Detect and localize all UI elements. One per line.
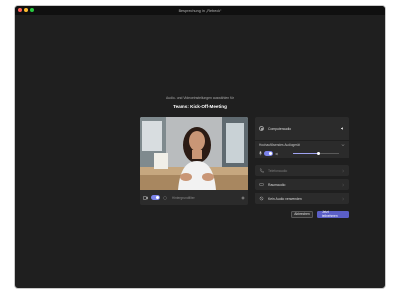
phone-audio-option[interactable]: Telefonaudio: [255, 165, 349, 176]
window-title: Besprechung in „Rebeck“: [178, 8, 222, 13]
device-settings-icon[interactable]: [241, 196, 245, 200]
close-window-button[interactable]: [18, 8, 22, 12]
speaker-icon: [275, 152, 278, 155]
background-filter-icon: [163, 195, 167, 200]
no-audio-label: Kein Audio verwenden: [268, 196, 302, 201]
phone-icon: [259, 168, 264, 173]
room-audio-icon: [259, 183, 264, 186]
chevron-right-icon: [342, 183, 345, 186]
phone-audio-label: Telefonaudio: [268, 168, 288, 173]
chevron-right-icon: [342, 197, 345, 200]
no-audio-option[interactable]: Kein Audio verwenden: [255, 193, 349, 204]
camera-preview: [140, 117, 248, 190]
zoom-window-button[interactable]: [30, 8, 34, 12]
minimize-window-button[interactable]: [24, 8, 28, 12]
cancel-button[interactable]: Abbrechen: [291, 210, 313, 218]
room-audio-option[interactable]: Raumaudio: [255, 179, 349, 190]
audio-device-label: Hochauflösendes Audiogerät: [259, 143, 300, 147]
microphone-toggle[interactable]: [264, 151, 273, 156]
speaker-settings-icon[interactable]: [340, 126, 345, 131]
audio-device-select[interactable]: Hochauflösendes Audiogerät: [255, 141, 349, 149]
video-controls: Hintergrundfilter: [140, 190, 248, 205]
camera-icon: [143, 195, 148, 200]
camera-toggle[interactable]: [151, 195, 160, 200]
prejoin-subtitle: Audio- und Videoeinstellungen auswählen …: [166, 96, 234, 100]
audio-options-panel: Computeraudio Hochauflösendes Audiogerät: [255, 117, 349, 205]
join-now-button[interactable]: Jetzt teilnehmen: [317, 210, 349, 218]
background-filters-button[interactable]: Hintergrundfilter: [172, 196, 238, 200]
prejoin-actions: Abbrechen Jetzt teilnehmen: [255, 209, 349, 219]
title-bar: Besprechung in „Rebeck“: [15, 6, 385, 15]
microphone-icon: [259, 151, 262, 156]
room-audio-label: Raumaudio: [268, 182, 286, 187]
speaker-volume-slider[interactable]: [293, 151, 339, 156]
computer-audio-option[interactable]: Computeraudio: [255, 117, 349, 140]
video-preview-card: Hintergrundfilter: [140, 117, 248, 205]
computer-audio-radio[interactable]: [259, 126, 264, 131]
chevron-down-icon: [341, 144, 345, 147]
teams-window: Besprechung in „Rebeck“ Audio- und Video…: [14, 5, 386, 289]
chevron-right-icon: [342, 169, 345, 172]
no-audio-icon: [259, 196, 264, 201]
mic-volume-row: [255, 149, 349, 158]
meeting-title: Teams: Kick-Off-Meeting: [173, 104, 227, 109]
computer-audio-label: Computeraudio: [268, 126, 292, 131]
